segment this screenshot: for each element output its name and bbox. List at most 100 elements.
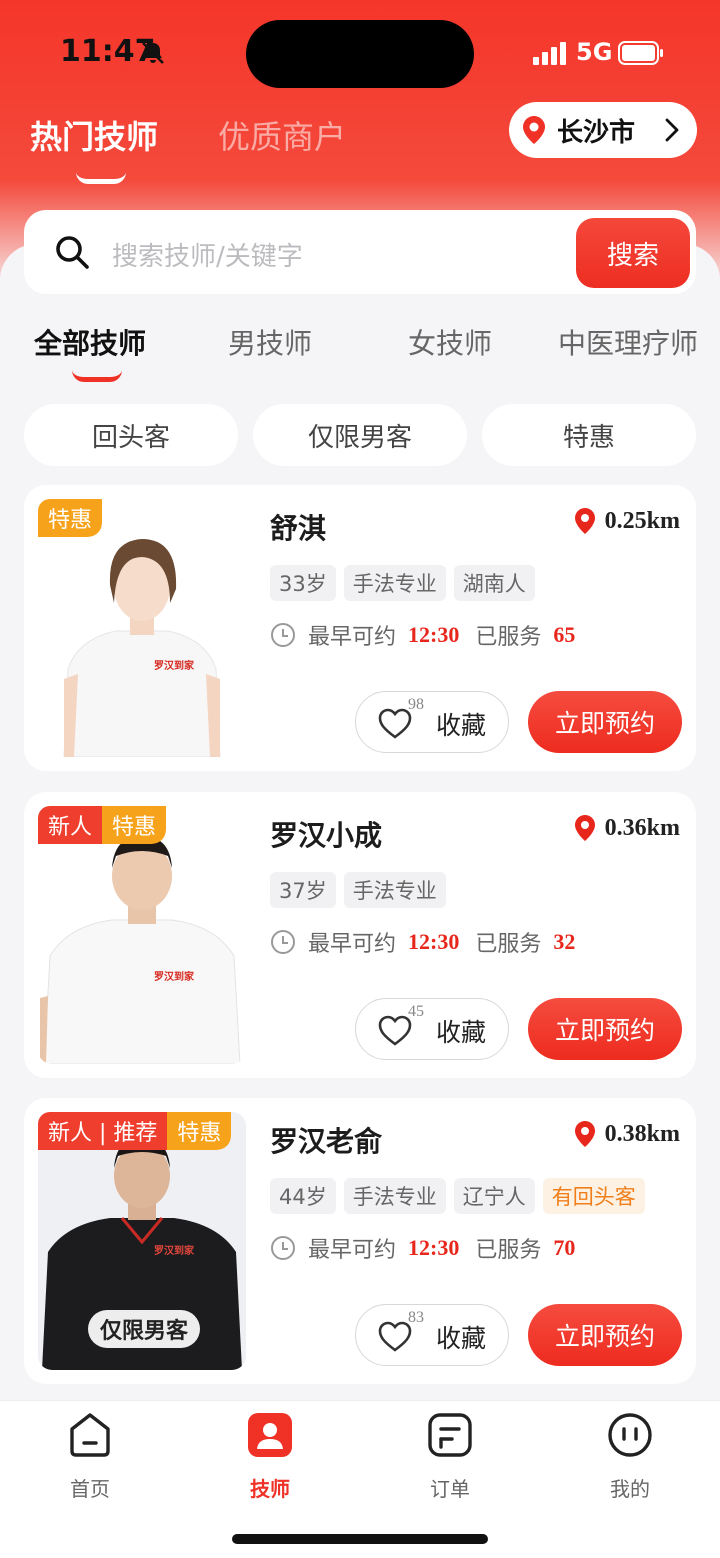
technician-photo: 罗汉到家 [38, 499, 246, 757]
distance-value: 0.25km [604, 507, 680, 534]
favorite-button[interactable]: 45 收藏 [355, 998, 509, 1060]
filter-men-only[interactable]: 仅限男客 [253, 404, 467, 466]
technician-icon [248, 1413, 292, 1457]
chip-age: 44岁 [270, 1178, 336, 1214]
category-tcm[interactable]: 中医理疗师 [558, 322, 698, 362]
nav-profile-label: 我的 [610, 1477, 650, 1501]
card-tags: 新人 特惠 [38, 806, 167, 844]
served-count: 70 [553, 1235, 576, 1260]
served-count: 65 [553, 622, 576, 647]
category-female[interactable]: 女技师 [408, 322, 492, 362]
location-pin-icon [523, 116, 545, 144]
home-indicator [232, 1534, 488, 1544]
category-all[interactable]: 全部技师 [34, 322, 146, 362]
favorite-count: 98 [408, 696, 424, 713]
technician-chips: 44岁 手法专业 辽宁人 有回头客 [270, 1178, 645, 1214]
clock-icon [271, 930, 295, 954]
tag-new-recommended: 新人 | 推荐 [38, 1112, 168, 1150]
dynamic-island [246, 20, 474, 88]
distance-value: 0.38km [604, 1120, 680, 1147]
chip-age: 33岁 [270, 565, 336, 601]
availability-row: 最早可约 12:30 已服务 65 [270, 619, 575, 651]
chip-origin: 湖南人 [453, 565, 535, 601]
city-selector[interactable]: 长沙市 [509, 102, 697, 158]
nav-technician[interactable]: 技师 [210, 1409, 330, 1502]
technician-chips: 37岁 手法专业 [270, 872, 446, 908]
favorite-button[interactable]: 98 收藏 [355, 691, 509, 753]
served-label: 已服务 [475, 625, 542, 650]
favorite-count: 45 [408, 1003, 424, 1020]
book-now-button[interactable]: 立即预约 [528, 1304, 682, 1366]
earliest-label: 最早可约 [308, 932, 397, 957]
earliest-time: 12:30 [408, 622, 460, 647]
clock-icon [271, 623, 295, 647]
book-now-button[interactable]: 立即预约 [528, 998, 682, 1060]
availability-row: 最早可约 12:30 已服务 32 [270, 926, 575, 958]
technician-chips: 33岁 手法专业 湖南人 [270, 565, 535, 601]
location-pin-icon [574, 815, 595, 841]
category-indicator [72, 370, 122, 382]
card-tags: 特惠 [38, 499, 103, 537]
distance-value: 0.36km [604, 814, 680, 841]
technician-card[interactable]: 罗汉到家 新人 | 推荐 特惠 仅限男客 罗汉老俞 0.38km 44岁 手法专… [24, 1098, 696, 1384]
tag-discount: 特惠 [167, 1112, 232, 1150]
favorite-button[interactable]: 83 收藏 [355, 1304, 509, 1366]
technician-name: 罗汉老俞 [270, 1125, 383, 1158]
chip-origin: 辽宁人 [453, 1178, 535, 1214]
home-icon [70, 1413, 110, 1457]
tag-discount: 特惠 [102, 806, 167, 844]
nav-technician-label: 技师 [250, 1477, 290, 1501]
chip-skill: 手法专业 [343, 1178, 446, 1214]
shirt-logo: 罗汉到家 [154, 970, 195, 983]
shirt-logo: 罗汉到家 [154, 1244, 195, 1257]
chip-returning-customers: 有回头客 [542, 1178, 645, 1214]
profile-icon [608, 1413, 652, 1457]
served-label: 已服务 [475, 932, 542, 957]
earliest-label: 最早可约 [308, 625, 397, 650]
distance: 0.38km [573, 1120, 680, 1148]
tab-quality-merchants[interactable]: 优质商户 [218, 112, 346, 158]
tab-hot-technicians[interactable]: 热门技师 [30, 112, 158, 158]
served-label: 已服务 [475, 1238, 542, 1263]
filter-discount[interactable]: 特惠 [482, 404, 696, 466]
men-only-badge: 仅限男客 [88, 1310, 201, 1348]
heart-icon [378, 1321, 412, 1352]
favorite-label: 收藏 [436, 711, 487, 740]
search-bar: 搜索技师/关键字 搜索 [24, 210, 696, 294]
card-tags: 新人 | 推荐 特惠 [38, 1112, 232, 1150]
search-input[interactable]: 搜索技师/关键字 [112, 236, 303, 273]
chip-skill: 手法专业 [343, 872, 446, 908]
nav-orders-label: 订单 [430, 1477, 470, 1501]
technician-card[interactable]: 罗汉到家 特惠 舒淇 0.25km 33岁 手法专业 湖南人 最早可约 12:3… [24, 485, 696, 771]
active-tab-indicator [76, 172, 126, 184]
technician-photo: 罗汉到家 [38, 806, 246, 1064]
status-bar: 11:47 5G [0, 0, 720, 100]
filter-returning[interactable]: 回头客 [24, 404, 238, 466]
search-icon [56, 236, 89, 269]
category-male[interactable]: 男技师 [228, 322, 312, 362]
technician-card[interactable]: 罗汉到家 新人 特惠 罗汉小成 0.36km 37岁 手法专业 最早可约 12:… [24, 792, 696, 1078]
location-pin-icon [574, 508, 595, 534]
chip-skill: 手法专业 [343, 565, 446, 601]
nav-profile[interactable]: 我的 [570, 1409, 690, 1502]
served-count: 32 [553, 929, 576, 954]
earliest-time: 12:30 [408, 1235, 460, 1260]
favorite-label: 收藏 [436, 1018, 487, 1047]
tag-new: 新人 [38, 806, 103, 844]
technician-name: 罗汉小成 [270, 819, 383, 852]
battery-icon [618, 41, 663, 65]
search-button[interactable]: 搜索 [576, 218, 690, 288]
chevron-right-icon [665, 118, 679, 142]
chip-age: 37岁 [270, 872, 336, 908]
favorite-count: 83 [408, 1309, 424, 1326]
favorite-label: 收藏 [436, 1324, 487, 1353]
book-now-button[interactable]: 立即预约 [528, 691, 682, 753]
distance: 0.25km [573, 507, 680, 535]
clock-icon [271, 1236, 295, 1260]
distance: 0.36km [573, 814, 680, 842]
earliest-time: 12:30 [408, 929, 460, 954]
nav-orders[interactable]: 订单 [390, 1409, 510, 1502]
heart-icon [378, 708, 412, 739]
nav-home[interactable]: 首页 [30, 1409, 150, 1502]
shirt-logo: 罗汉到家 [154, 659, 195, 672]
